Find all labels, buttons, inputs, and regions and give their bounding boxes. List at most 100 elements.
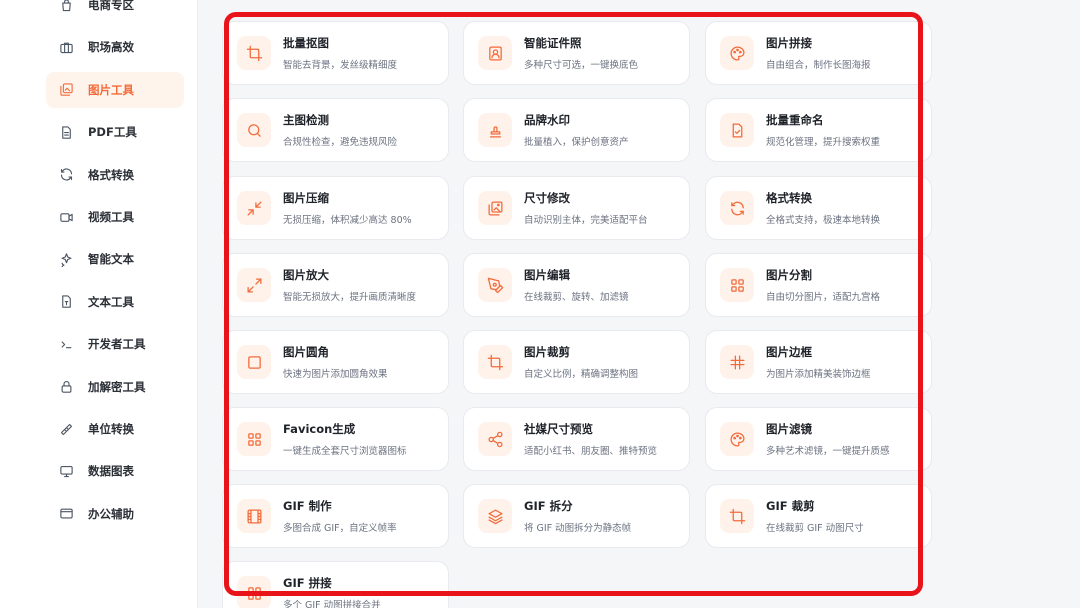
tool-card-title: 图片编辑 <box>524 268 570 282</box>
tool-card-desc: 为图片添加精美装饰边框 <box>766 369 871 380</box>
tool-card-title: 图片裁剪 <box>524 345 570 359</box>
film-icon <box>237 499 271 533</box>
sidebar-item-label: 单位转换 <box>88 422 134 436</box>
palette-icon <box>720 36 754 70</box>
tool-card[interactable]: 图片编辑 在线裁剪、旋转、加滤镜 <box>463 253 690 317</box>
tool-card[interactable]: GIF 拼接多个 GIF 动图拼接合并 <box>222 561 449 608</box>
tool-card[interactable]: 主图检测 合规性检查，避免违规风险 <box>222 98 449 162</box>
tool-card-desc: 智能无损放大，提升画质清晰度 <box>283 292 417 303</box>
tool-card-desc: 全格式支持，极速本地转换 <box>766 215 881 226</box>
sidebar-item-6[interactable]: 视频工具 <box>46 199 184 235</box>
stamp-icon <box>478 113 512 147</box>
lock-icon <box>58 379 74 395</box>
shopping-bag-icon <box>58 0 74 13</box>
tool-card-title: 图片滤镜 <box>766 422 812 436</box>
browser-window-icon <box>58 506 74 522</box>
tool-card-text: 品牌水印批量植入，保护创意资产 <box>524 112 629 148</box>
share-icon <box>478 422 512 456</box>
sidebar-item-label: 格式转换 <box>88 167 134 182</box>
sidebar-item-1[interactable]: 电商专区 <box>46 0 184 23</box>
tool-card-desc: 自动识别主体，完美适配平台 <box>524 215 648 226</box>
sidebar-item-3[interactable]: 图片工具 <box>46 71 184 108</box>
sidebar-item-13[interactable]: 办公辅助 <box>46 496 184 532</box>
sidebar-item-label: 数据图表 <box>88 464 134 479</box>
video-icon <box>58 209 74 225</box>
sidebar-item-2[interactable]: 职场高效 <box>46 29 184 65</box>
tool-card-desc: 多种尺寸可选，一键换底色 <box>524 60 639 71</box>
refresh-icon <box>58 167 74 183</box>
image-stack-icon <box>58 82 74 98</box>
tool-card-title: 品牌水印 <box>524 113 570 127</box>
tool-card-title: GIF 裁剪 <box>766 499 815 513</box>
tool-card-desc: 自由切分图片，适配九宫格 <box>766 292 881 303</box>
tool-card[interactable]: GIF 裁剪 在线裁剪 GIF 动图尺寸 <box>705 484 932 548</box>
tool-card[interactable]: 社媒尺寸预览 适配小红书、朋友圈、推特预览 <box>463 407 690 471</box>
tool-card-desc: 多个 GIF 动图拼接合并 <box>283 600 381 608</box>
tool-card[interactable]: 图片边框为图片添加精美装饰边框 <box>705 330 932 394</box>
tool-card[interactable]: Favicon生成 一键生成全套尺寸浏览器图标 <box>222 407 449 471</box>
tool-card[interactable]: 图片滤镜 多种艺术滤镜，一键提升质感 <box>705 407 932 471</box>
compress-icon <box>237 191 271 225</box>
tool-card-text: 图片分割 自由切分图片，适配九宫格 <box>766 267 880 303</box>
tool-card[interactable]: 图片拼接 自由组合，制作长图海报 <box>705 21 932 85</box>
tool-card[interactable]: 尺寸修改自动识别主体，完美适配平台 <box>463 176 690 240</box>
sidebar-item-9[interactable]: 开发者工具 <box>46 326 184 362</box>
sidebar-item-label: 视频工具 <box>88 210 134 224</box>
tool-card[interactable]: 批量重命名 规范化管理，提升搜索权重 <box>705 98 932 162</box>
tool-card-text: GIF 拆分将 GIF 动图拆分为静态帧 <box>524 498 631 534</box>
pen-tool-icon <box>478 268 512 302</box>
tool-card-text: 批量重命名 规范化管理，提升搜索权重 <box>766 112 880 148</box>
tool-card[interactable]: 图片压缩 无损压缩，体积减少高达 80% <box>222 176 449 240</box>
tool-card-text: 主图检测 合规性检查，避免违规风险 <box>283 112 397 148</box>
tool-card-desc: 批量植入，保护创意资产 <box>524 137 629 148</box>
tool-card[interactable]: 智能证件照 多种尺寸可选，一键换底色 <box>463 21 690 85</box>
sidebar-item-label: 办公辅助 <box>88 506 134 521</box>
tool-card-text: 图片裁剪 自定义比例，精确调整构图 <box>524 344 638 380</box>
crop-icon <box>237 36 271 70</box>
tool-card-desc: 无损压缩，体积减少高达 80% <box>283 215 412 226</box>
sidebar-item-12[interactable]: 数据图表 <box>46 453 184 489</box>
tool-card-desc: 快速为图片添加圆角效果 <box>283 369 388 380</box>
tool-card[interactable]: 品牌水印批量植入，保护创意资产 <box>463 98 690 162</box>
tool-card-title: GIF 拆分 <box>524 499 573 513</box>
square-icon <box>237 345 271 379</box>
tool-card[interactable]: 格式转换 全格式支持，极速本地转换 <box>705 176 932 240</box>
tool-card-text: 社媒尺寸预览 适配小红书、朋友圈、推特预览 <box>524 421 657 457</box>
tool-card-title: GIF 制作 <box>283 499 332 513</box>
tool-card-text: 图片边框为图片添加精美装饰边框 <box>766 344 871 380</box>
sidebar-item-4[interactable]: PDF工具 <box>46 114 184 150</box>
tool-card-title: 图片拼接 <box>766 36 812 50</box>
sidebar-item-10[interactable]: 加解密工具 <box>46 369 184 405</box>
sparkle-icon <box>58 251 74 267</box>
tool-card-text: 图片压缩 无损压缩，体积减少高达 80% <box>283 190 412 226</box>
hash-frame-icon <box>720 345 754 379</box>
tool-card[interactable]: 图片圆角 快速为图片添加圆角效果 <box>222 330 449 394</box>
sidebar-item-5[interactable]: 格式转换 <box>46 157 184 193</box>
tool-card-text: 图片滤镜 多种艺术滤镜，一键提升质感 <box>766 421 890 457</box>
crop-icon <box>478 345 512 379</box>
sidebar-item-label: 文本工具 <box>88 294 134 309</box>
sidebar: 电商专区职场高效图片工具 PDF工具格式转换视频工具智能文本文本工具开发者工具加解… <box>0 0 198 608</box>
tool-card-desc: 规范化管理，提升搜索权重 <box>766 137 881 148</box>
sidebar-item-7[interactable]: 智能文本 <box>46 241 184 277</box>
tool-card[interactable]: GIF 拆分将 GIF 动图拆分为静态帧 <box>463 484 690 548</box>
tool-card-text: 图片放大 智能无损放大，提升画质清晰度 <box>283 267 416 303</box>
tool-card-title: 尺寸修改 <box>524 191 570 205</box>
tool-card[interactable]: 图片分割 自由切分图片，适配九宫格 <box>705 253 932 317</box>
tool-card-title: 图片边框 <box>766 345 812 359</box>
id-photo-icon <box>478 36 512 70</box>
sidebar-item-label: 开发者工具 <box>88 337 146 352</box>
tool-card-title: Favicon生成 <box>283 422 356 436</box>
sidebar-item-11[interactable]: 单位转换 <box>46 411 184 447</box>
sidebar-item-8[interactable]: 文本工具 <box>46 284 184 320</box>
tool-card[interactable]: 批量抠图 智能去背景，发丝级精细度 <box>222 21 449 85</box>
sidebar-item-label: 加解密工具 <box>88 379 146 394</box>
palette-icon <box>720 422 754 456</box>
tool-card[interactable]: GIF 制作 多图合成 GIF，自定义帧率 <box>222 484 449 548</box>
tool-card[interactable]: 图片放大 智能无损放大，提升画质清晰度 <box>222 253 449 317</box>
tool-card-text: Favicon生成 一键生成全套尺寸浏览器图标 <box>283 421 407 457</box>
tool-card[interactable]: 图片裁剪 自定义比例，精确调整构图 <box>463 330 690 394</box>
tool-card-title: GIF 拼接 <box>283 576 332 590</box>
tool-card-text: GIF 拼接多个 GIF 动图拼接合并 <box>283 575 381 608</box>
text-file-icon <box>58 294 74 310</box>
